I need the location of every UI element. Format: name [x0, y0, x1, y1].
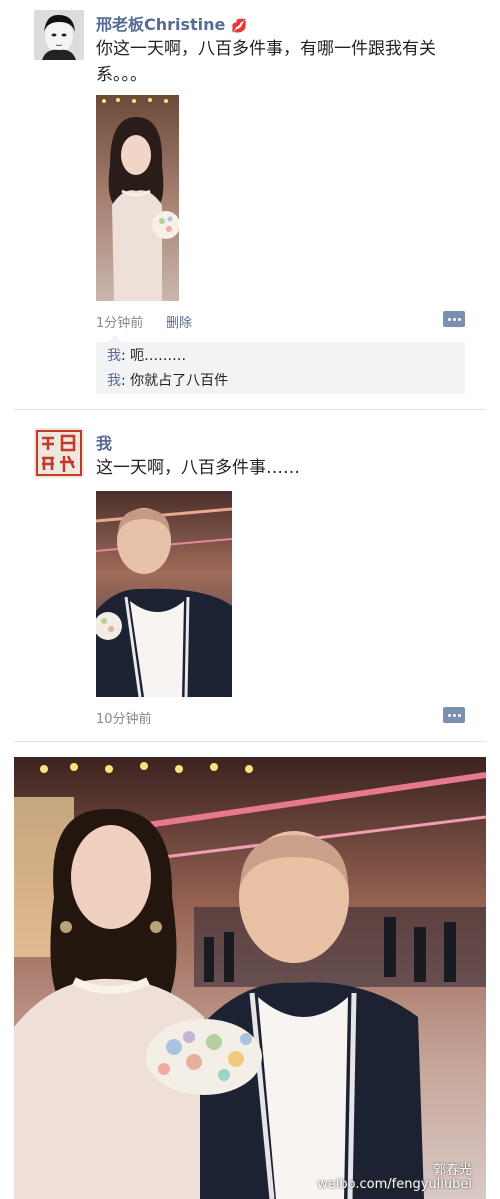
- post-text: 你这一天啊，八百多件事，有哪一件跟我有关系。。。: [96, 39, 436, 85]
- post-text: 这一天啊，八百多件事……: [96, 458, 300, 478]
- comment-sep: :: [121, 348, 131, 364]
- comment-text: 呃………: [130, 348, 187, 364]
- moment-post-1: 邢老板Christine 💋 你这一天啊，八百多件事，有哪一件跟我有关系。。。 …: [0, 0, 500, 410]
- delete-link[interactable]: 删除: [166, 312, 192, 331]
- comment-sep: :: [121, 373, 131, 389]
- post-author-label: 邢老板Christine: [96, 15, 226, 34]
- moment-post-2: 我 这一天啊，八百多件事…… 10分钟前: [0, 410, 500, 740]
- post-divider: [14, 741, 486, 742]
- avatar-me[interactable]: [34, 428, 84, 478]
- watermark-name: 郭春光: [432, 1163, 472, 1178]
- comment-text: 你就占了八百件: [130, 373, 229, 389]
- combined-photo: 郭春光 weibo.com/fengyuliubei: [14, 757, 486, 1199]
- post-author-name[interactable]: 邢老板Christine 💋: [96, 11, 247, 35]
- post-author-name[interactable]: 我: [96, 430, 112, 454]
- avatar-christine[interactable]: [34, 10, 84, 60]
- post-photo[interactable]: [96, 491, 232, 697]
- watermark-url: weibo.com/fengyuliubei: [317, 1177, 472, 1192]
- post-time: 1分钟前: [96, 316, 144, 331]
- comment-row[interactable]: 我: 你就占了八百件: [107, 370, 228, 390]
- post-photo[interactable]: [96, 95, 179, 301]
- comment-box: 我: 呃……… 我: 你就占了八百件: [96, 335, 465, 394]
- comment-icon[interactable]: [443, 707, 465, 723]
- comment-author[interactable]: 我: [107, 373, 121, 389]
- comment-row[interactable]: 我: 呃………: [107, 345, 186, 365]
- lips-icon: 💋: [231, 19, 248, 34]
- comment-icon[interactable]: [443, 311, 465, 327]
- post-time: 10分钟前: [96, 712, 152, 727]
- comment-author[interactable]: 我: [107, 348, 121, 364]
